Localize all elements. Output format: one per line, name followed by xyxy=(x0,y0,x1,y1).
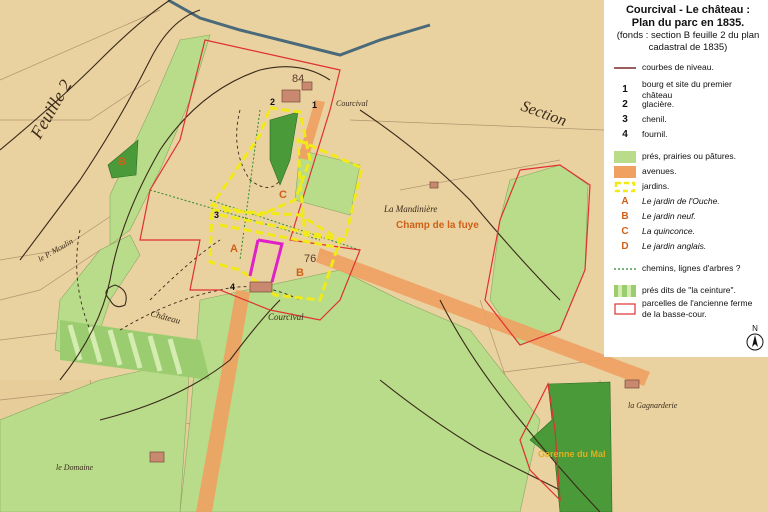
legend-row-garden-d: D Le jardin anglais. xyxy=(621,241,707,252)
legend-row-avenues: avenues. xyxy=(614,164,762,179)
label-courcival-north: Courcival xyxy=(336,99,368,108)
north-arrow: N xyxy=(746,324,764,353)
legend-row-contours: courbes de niveau. xyxy=(614,60,762,75)
marker-C: C xyxy=(279,189,287,201)
marker-2: 2 xyxy=(270,97,275,107)
marker-3: 3 xyxy=(214,210,219,220)
legend-subtitle: (fonds : section B feuille 2 du plan cad… xyxy=(616,30,760,53)
marker-1: 1 xyxy=(312,100,317,110)
marker-B: B xyxy=(296,267,304,279)
marker-B-west: B xyxy=(118,156,126,168)
legend-title-1: Courcival - Le château : xyxy=(625,4,751,16)
legend-row-4: 4 fournil. xyxy=(622,129,668,140)
legend-row-garden-a: A Le jardin de l'Ouche. xyxy=(621,196,720,207)
garden-swatch-icon xyxy=(614,181,636,192)
label-domaine: le Domaine xyxy=(56,463,94,472)
marker-4: 4 xyxy=(230,282,235,292)
legend-row-belt: prés dits de "la ceinture". xyxy=(614,283,762,298)
label-gagnarderie: la Gagnarderie xyxy=(628,401,678,410)
legend-row-1: 1 bourg et site du premier château xyxy=(622,78,732,100)
legend-row-garden-c: C La quinconce. xyxy=(621,226,695,237)
label-76: 76 xyxy=(304,253,316,265)
meadow-swatch-icon xyxy=(614,150,636,163)
legend-title-2: Plan du parc en 1835. xyxy=(631,17,745,29)
legend-row-meadows: prés, prairies ou pâtures. xyxy=(614,149,762,164)
label-courcival-south: Courcival xyxy=(268,312,304,322)
avenue-swatch-icon xyxy=(614,165,636,178)
legend-row-gardens: jardins. xyxy=(614,179,762,194)
label-champ-fuye: Champ de la fuye xyxy=(396,220,479,231)
north-arrow-icon xyxy=(746,333,764,351)
label-84: 84 xyxy=(292,73,304,85)
label-mandiniere: La Mandinière xyxy=(383,204,437,214)
contour-swatch-icon xyxy=(614,66,636,69)
belt-swatch-icon xyxy=(614,284,636,297)
legend-row-3: 3 chenil. xyxy=(622,114,667,125)
farm-swatch-icon xyxy=(614,303,636,315)
legend-panel: Courcival - Le château : Plan du parc en… xyxy=(604,0,768,357)
legend-row-paths: chemins, lignes d'arbres ? xyxy=(614,261,762,276)
legend-row-farm: parcelles de l'ancienne ferme de la bass… xyxy=(614,298,762,320)
legend-row-garden-b: B Le jardin neuf. xyxy=(621,211,696,222)
marker-A: A xyxy=(230,243,238,255)
label-garenne: Garenne du Mal xyxy=(538,449,606,459)
path-swatch-icon xyxy=(614,267,636,270)
